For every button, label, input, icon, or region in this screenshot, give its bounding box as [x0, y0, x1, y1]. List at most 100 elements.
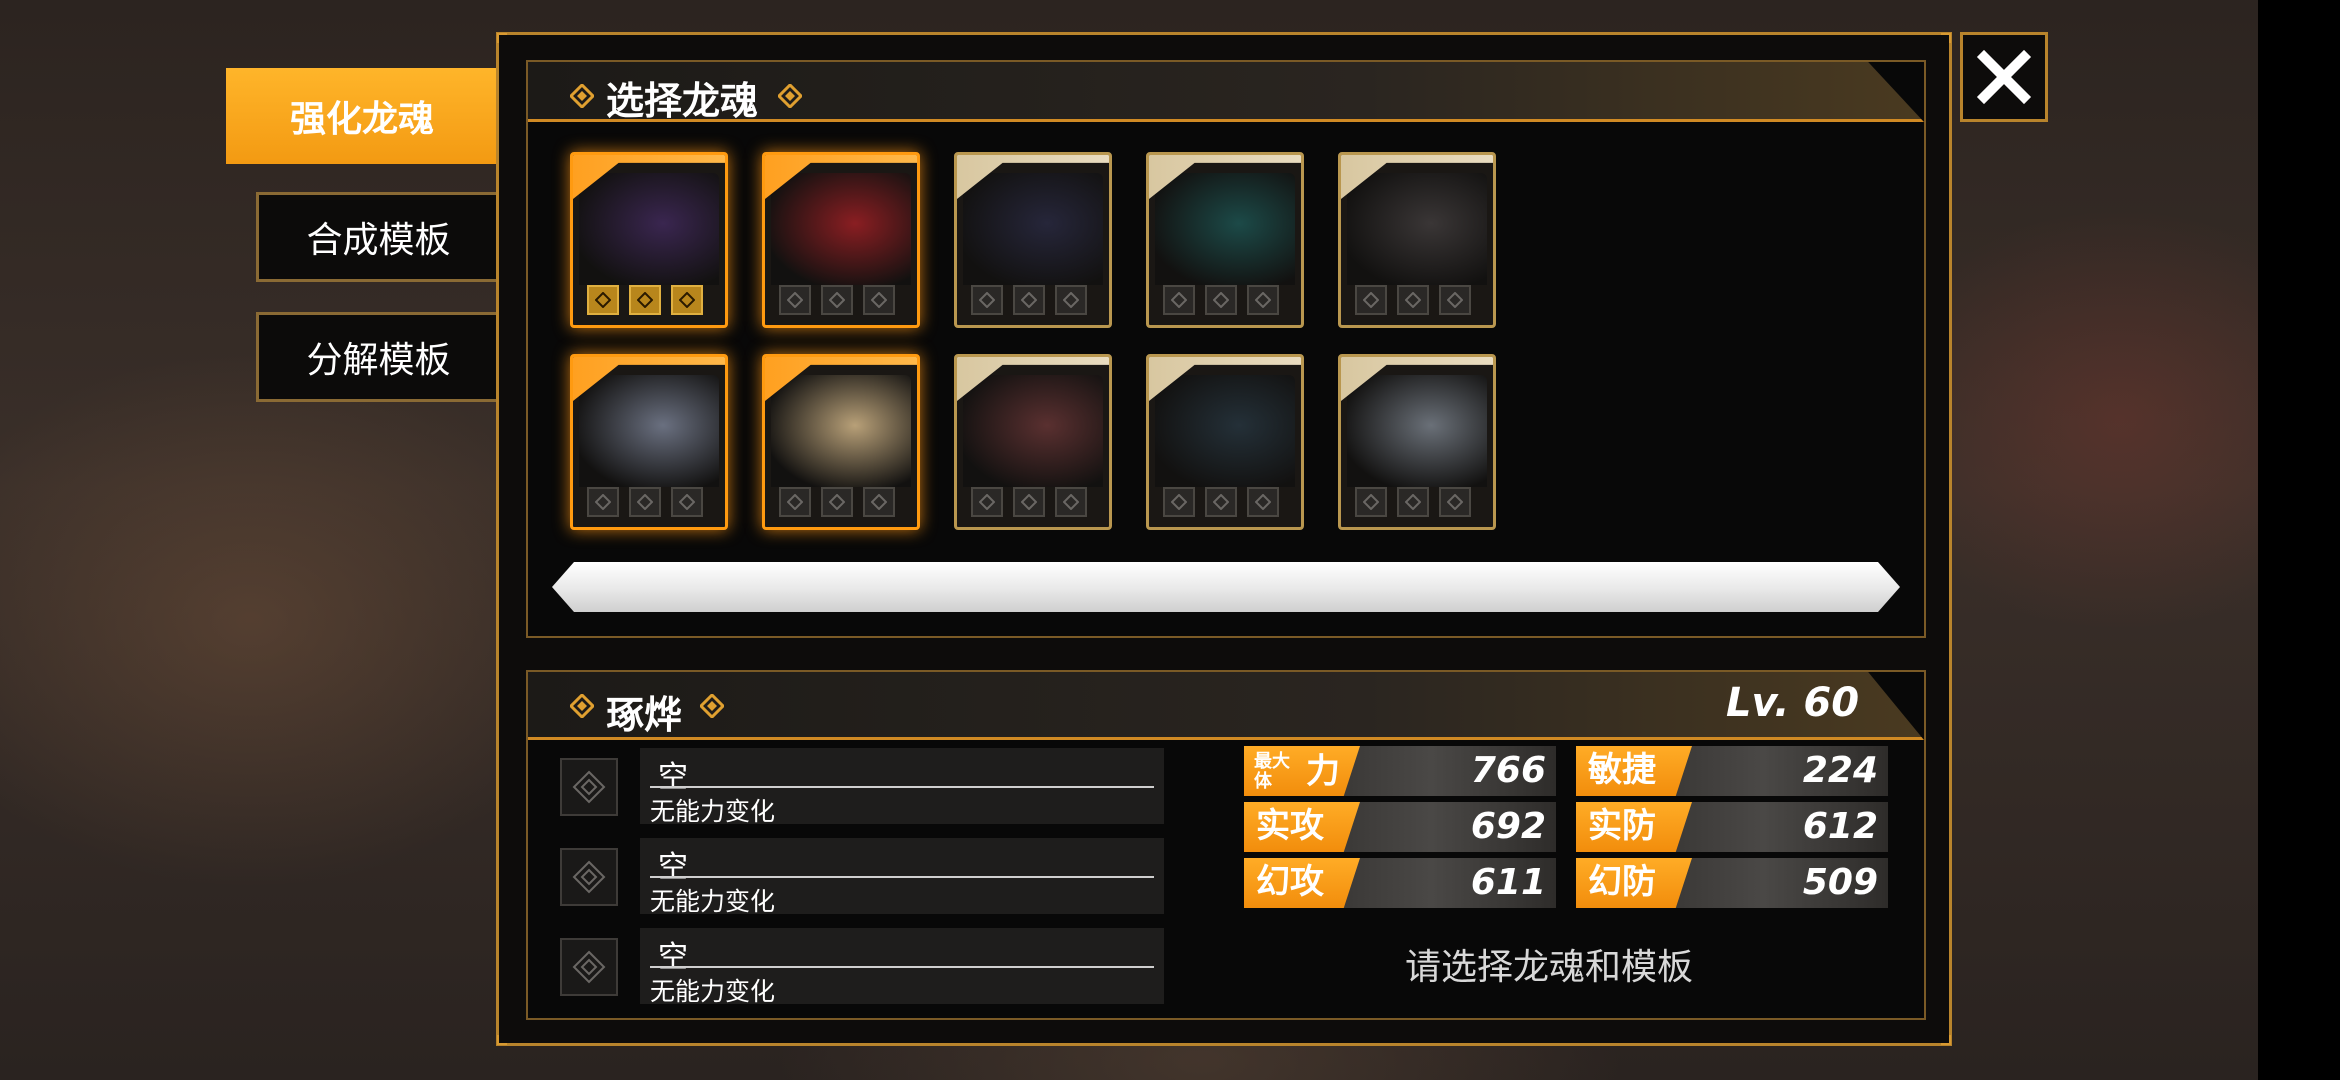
stat-magic-attack: 幻攻 611 [1244, 858, 1556, 908]
card-slots [971, 285, 1087, 315]
diamond-deco-icon [778, 84, 802, 108]
dragon-portrait [579, 375, 719, 487]
template-slot-icon [1397, 285, 1429, 315]
template-slot-icon [671, 487, 703, 517]
select-soul-section: 选择龙魂 [526, 60, 1926, 638]
template-slot-icon [1013, 285, 1045, 315]
stat-max-hp-label-small: 最大体 [1254, 750, 1290, 792]
template-slot-icon [1205, 487, 1237, 517]
close-icon [1976, 49, 2032, 105]
template-slot-icon [1355, 487, 1387, 517]
card-slots [779, 285, 895, 315]
ability-desc: 无能力变化 [650, 887, 776, 916]
dragon-card[interactable] [762, 354, 920, 530]
card-slots [971, 487, 1087, 517]
dragon-portrait [963, 173, 1103, 285]
template-slot-icon [629, 285, 661, 315]
dragon-portrait [579, 173, 719, 285]
divider [650, 876, 1154, 878]
template-slot-icon [1055, 285, 1087, 315]
dragon-card[interactable] [1146, 354, 1304, 530]
template-slot-icon [971, 487, 1003, 517]
card-slots [587, 285, 703, 315]
template-slot-icon [587, 487, 619, 517]
template-slot-icon [863, 285, 895, 315]
template-slot-icon [1013, 487, 1045, 517]
ability-slot-1[interactable] [560, 758, 618, 816]
stat-magic-defense-label: 幻防 [1576, 858, 1692, 908]
template-slot-icon [1055, 487, 1087, 517]
card-slots [1355, 487, 1471, 517]
template-slot-icon [671, 285, 703, 315]
corner-deco [497, 1035, 507, 1045]
ability-name: 空 [658, 850, 688, 885]
template-slot-icon [971, 285, 1003, 315]
select-hint-text: 请选择龙魂和模板 [1404, 947, 1693, 988]
stat-magic-defense-value: 509 [1802, 862, 1878, 903]
stat-agility-label: 敏捷 [1576, 746, 1692, 796]
dragon-card[interactable] [570, 152, 728, 328]
dragon-portrait [1347, 375, 1487, 487]
select-soul-title: 选择龙魂 [606, 79, 759, 123]
ability-name: 空 [658, 760, 688, 795]
template-slot-icon [863, 487, 895, 517]
ability-row-1: 空 无能力变化 [640, 748, 1164, 826]
stat-magic-defense: 幻防 509 [1576, 858, 1888, 908]
ability-slot-3[interactable] [560, 938, 618, 996]
dragon-card[interactable] [762, 152, 920, 328]
diamond-deco-icon [570, 84, 594, 108]
empty-slot-icon [572, 950, 606, 984]
template-slot-icon [629, 487, 661, 517]
dragon-card[interactable] [954, 354, 1112, 530]
template-slot-icon [587, 285, 619, 315]
card-slots [779, 487, 895, 517]
divider [650, 786, 1154, 788]
template-slot-icon [779, 487, 811, 517]
tab-enhance-soul-label: 强化龙魂 [290, 99, 435, 140]
dragon-portrait [1155, 173, 1295, 285]
template-slot-icon [1205, 285, 1237, 315]
stat-magic-attack-label: 幻攻 [1244, 858, 1360, 908]
dragon-detail-header [528, 672, 1924, 740]
tab-decompose-template-label: 分解模板 [306, 340, 451, 381]
template-slot-icon [1397, 487, 1429, 517]
dragon-card[interactable] [954, 152, 1112, 328]
tab-decompose-template[interactable]: 分解模板 [256, 312, 498, 402]
ability-row-2: 空 无能力变化 [640, 838, 1164, 916]
horizontal-scrollbar[interactable] [552, 562, 1900, 612]
stat-max-hp: 最大体力 766 [1244, 746, 1556, 796]
template-slot-icon [1163, 487, 1195, 517]
dragon-portrait [963, 375, 1103, 487]
dragon-card[interactable] [1146, 152, 1304, 328]
tab-synthesize-template[interactable]: 合成模板 [256, 192, 498, 282]
stat-max-hp-label-big: 力 [1306, 751, 1340, 792]
ability-slot-2[interactable] [560, 848, 618, 906]
diamond-deco-icon [700, 694, 724, 718]
dragon-level: Lv. 60 [1726, 680, 1860, 726]
stat-physical-defense-value: 612 [1802, 806, 1878, 847]
corner-deco [1941, 33, 1951, 43]
card-slots [1163, 285, 1279, 315]
dragon-card[interactable] [1338, 152, 1496, 328]
divider [650, 966, 1154, 968]
stat-max-hp-value: 766 [1470, 750, 1546, 791]
empty-slot-icon [572, 860, 606, 894]
dragon-card[interactable] [1338, 354, 1496, 530]
diamond-deco-icon [570, 694, 594, 718]
template-slot-icon [1439, 285, 1471, 315]
card-slots [1163, 487, 1279, 517]
stat-physical-attack: 实攻 692 [1244, 802, 1556, 852]
template-slot-icon [1247, 285, 1279, 315]
template-slot-icon [1439, 487, 1471, 517]
stat-physical-attack-label: 实攻 [1244, 802, 1360, 852]
template-slot-icon [821, 285, 853, 315]
template-slot-icon [1355, 285, 1387, 315]
stat-agility: 敏捷 224 [1576, 746, 1888, 796]
close-button[interactable] [1960, 32, 2048, 122]
dragon-portrait [1347, 173, 1487, 285]
dragon-name: 琢烨 [606, 693, 683, 737]
ability-desc: 无能力变化 [650, 797, 776, 826]
screen-edge [2258, 0, 2340, 1080]
template-slot-icon [821, 487, 853, 517]
dragon-card[interactable] [570, 354, 728, 530]
